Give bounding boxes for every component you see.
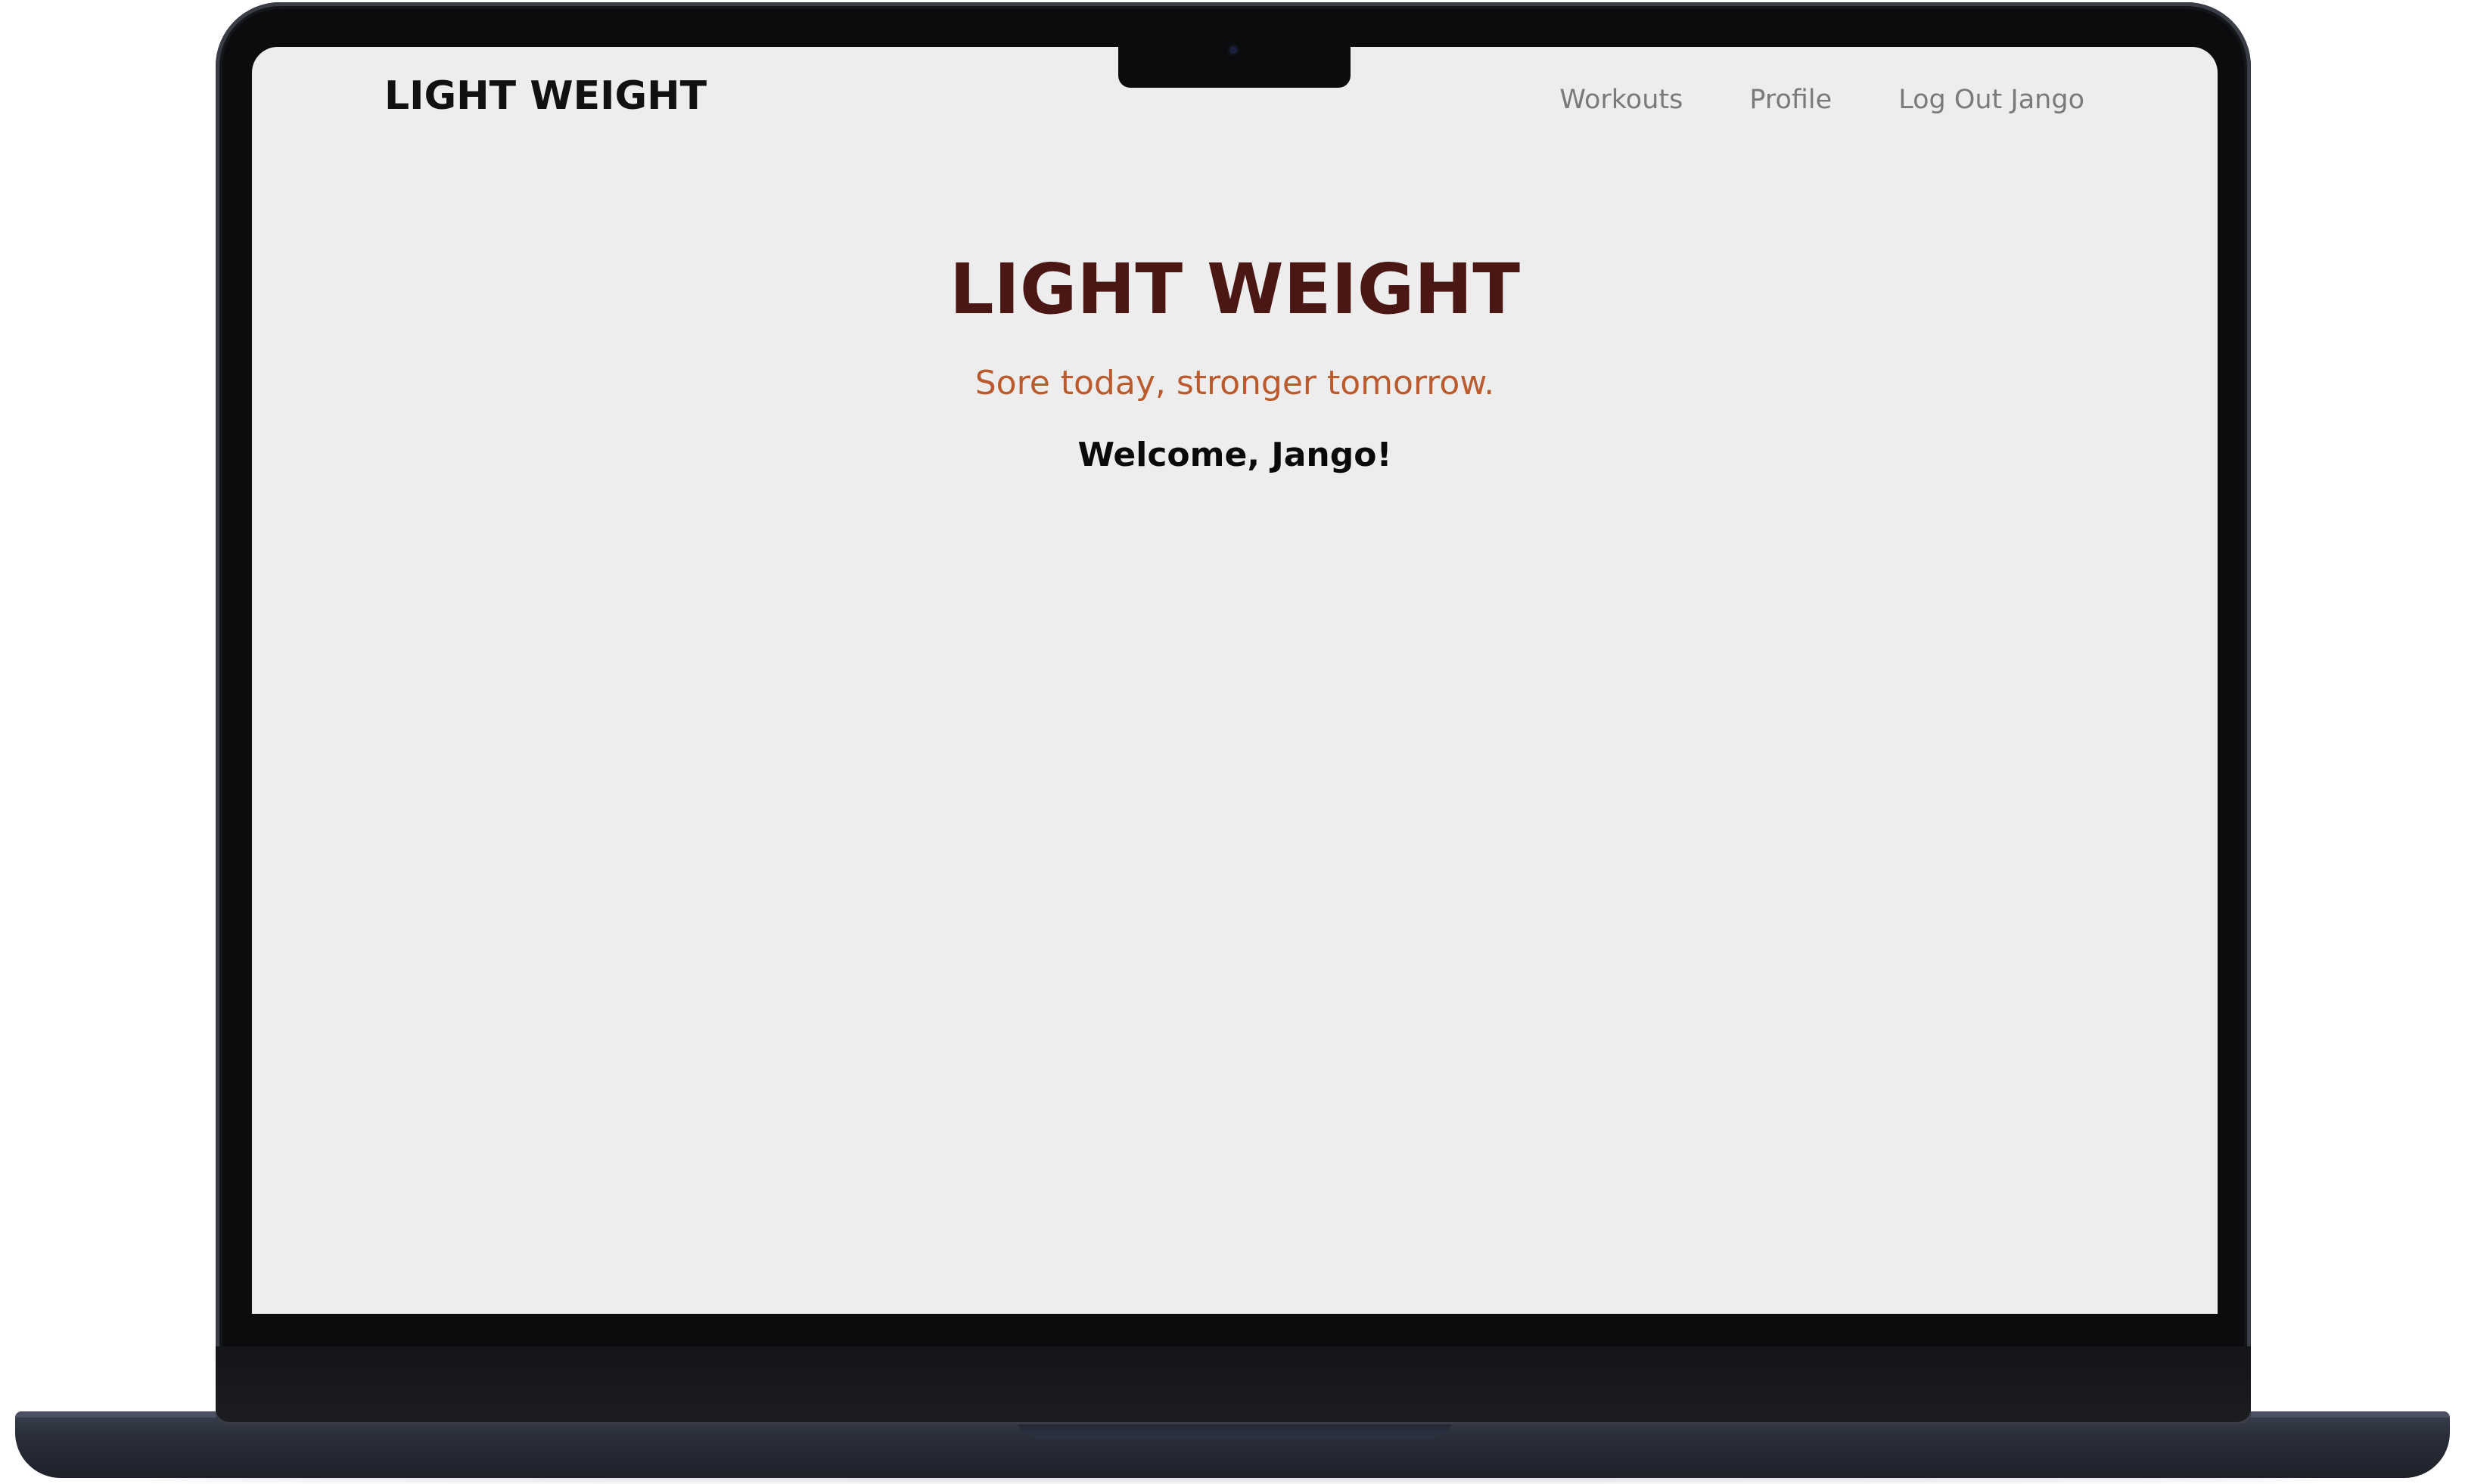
laptop-bezel-chin xyxy=(216,1346,2251,1422)
hero-section: LIGHT WEIGHT Sore today, stronger tomorr… xyxy=(252,251,2218,474)
navbar-brand-link[interactable]: LIGHT WEIGHT xyxy=(384,73,707,119)
nav-link-workouts[interactable]: Workouts xyxy=(1559,85,1683,115)
welcome-message: Welcome, Jango! xyxy=(1077,436,1392,475)
hero-title: LIGHT WEIGHT xyxy=(950,249,1520,330)
hero-tagline: Sore today, stronger tomorrow. xyxy=(974,364,1495,403)
browser-viewport: LIGHT WEIGHT Workouts Profile Log Out Ja… xyxy=(252,47,2218,1314)
navbar-links: Workouts Profile Log Out Jango xyxy=(1559,85,2084,115)
camera-icon xyxy=(1229,46,1237,54)
nav-link-logout[interactable]: Log Out Jango xyxy=(1898,85,2084,115)
nav-link-profile[interactable]: Profile xyxy=(1749,85,1832,115)
